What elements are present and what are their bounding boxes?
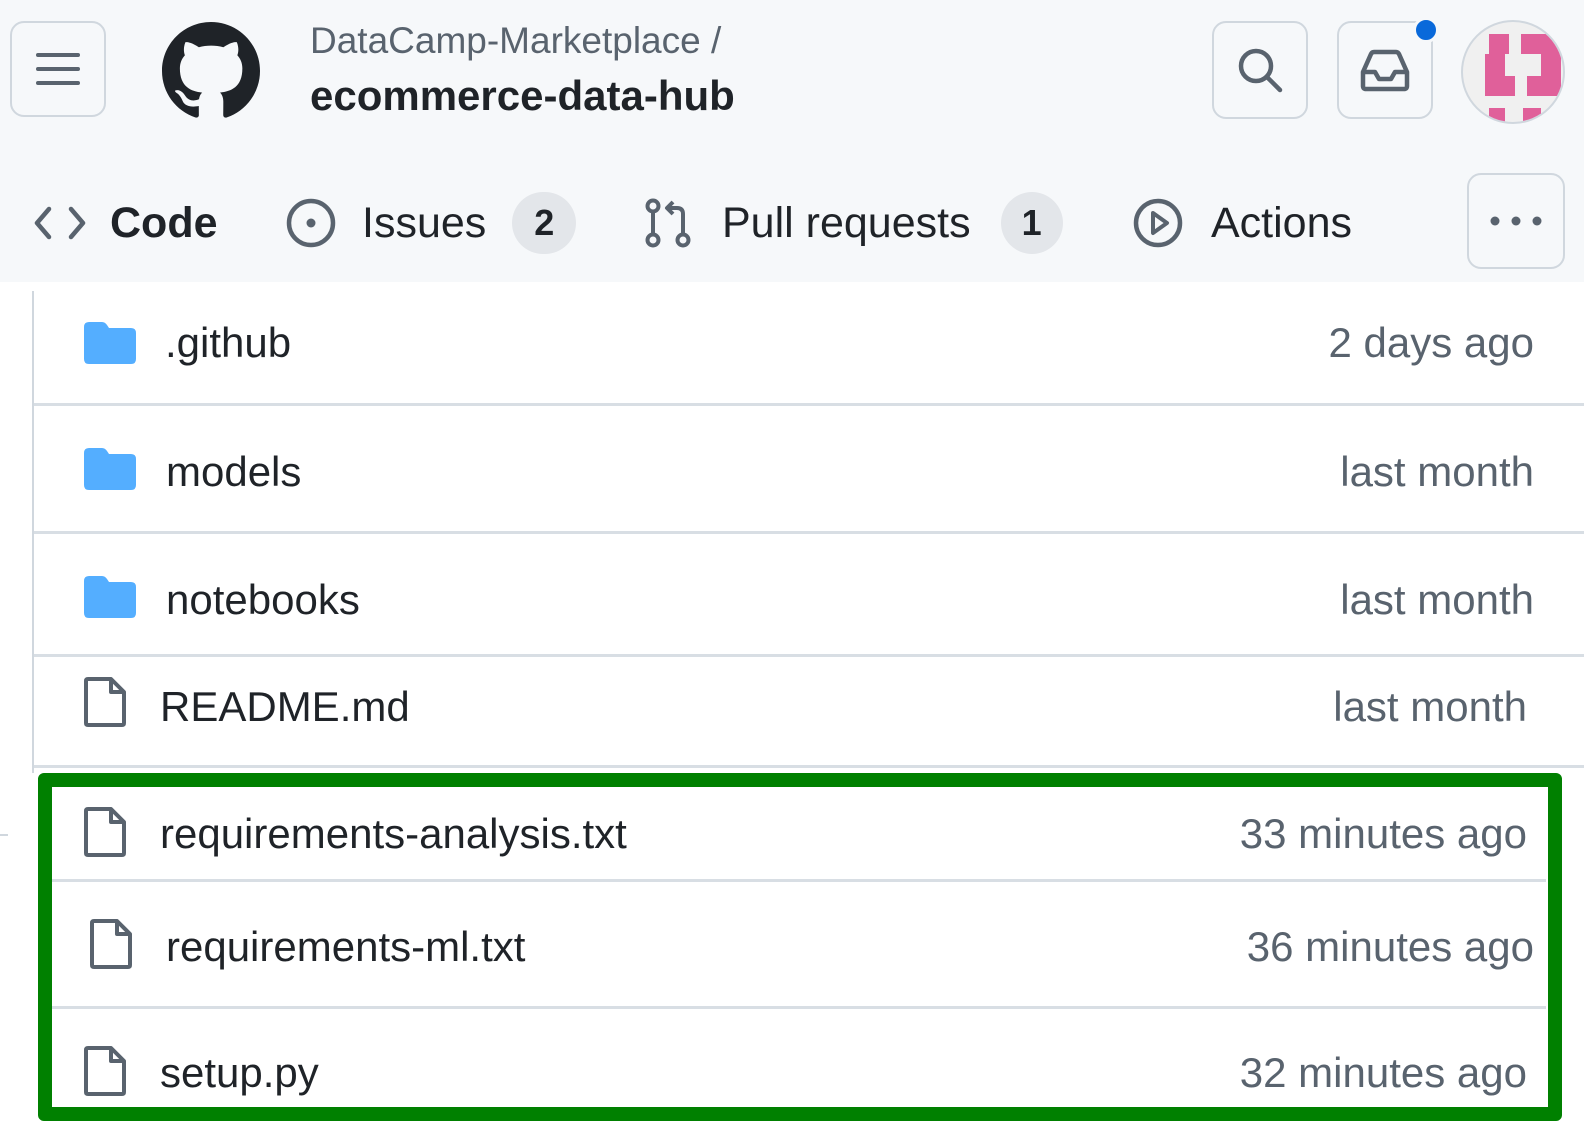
file-icon	[90, 919, 132, 969]
github-logo-icon[interactable]	[162, 22, 260, 120]
file-row-github[interactable]: .github 2 days ago	[34, 291, 1584, 403]
file-name-link[interactable]: .github	[165, 319, 291, 367]
file-name-link[interactable]: setup.py	[160, 1049, 319, 1097]
file-updated-time[interactable]: 32 minutes ago	[1240, 1049, 1527, 1097]
kebab-horizontal-icon	[1490, 216, 1542, 226]
file-icon	[84, 677, 126, 727]
repo-name-link[interactable]: ecommerce-data-hub	[310, 72, 735, 120]
file-row-setup[interactable]: setup.py 32 minutes ago	[34, 1009, 1584, 1109]
tab-issues[interactable]: Issues 2	[284, 190, 577, 256]
hamburger-icon	[36, 53, 80, 85]
owner-link[interactable]: DataCamp-Marketplace	[310, 20, 701, 61]
code-icon	[34, 206, 86, 240]
row-divider	[34, 765, 1584, 768]
breadcrumb: DataCamp-Marketplace /	[310, 20, 721, 62]
file-name-link[interactable]: README.md	[160, 683, 410, 731]
play-icon	[1133, 198, 1183, 248]
file-updated-time[interactable]: last month	[1333, 683, 1527, 731]
file-updated-time[interactable]: 2 days ago	[1329, 319, 1535, 367]
breadcrumb-separator: /	[711, 20, 722, 61]
file-updated-time[interactable]: last month	[1340, 448, 1534, 496]
file-name-link[interactable]: requirements-ml.txt	[166, 923, 525, 971]
file-name-link[interactable]: requirements-analysis.txt	[160, 810, 627, 858]
file-icon	[84, 807, 126, 857]
file-row-requirements-analysis[interactable]: requirements-analysis.txt 33 minutes ago	[34, 786, 1584, 879]
file-updated-time[interactable]: 33 minutes ago	[1240, 810, 1527, 858]
search-button[interactable]	[1212, 21, 1308, 119]
tab-issues-label: Issues	[362, 198, 487, 247]
tab-actions[interactable]: Actions	[1132, 190, 1352, 256]
tab-code[interactable]: Code	[34, 190, 218, 256]
identicon-image	[1485, 34, 1561, 122]
folder-icon	[84, 576, 136, 618]
tick-mark	[0, 834, 8, 836]
pull-requests-count-badge: 1	[1000, 192, 1063, 254]
file-row-models[interactable]: models last month	[34, 406, 1584, 531]
file-icon	[84, 1046, 126, 1096]
folder-icon	[84, 448, 136, 490]
tab-code-label: Code	[110, 198, 218, 247]
file-name-link[interactable]: notebooks	[166, 576, 360, 624]
tab-pull-requests-label: Pull requests	[722, 198, 971, 247]
search-icon	[1238, 48, 1283, 93]
tab-pull-requests[interactable]: Pull requests 1	[644, 190, 1063, 256]
more-tabs-button[interactable]	[1467, 173, 1565, 269]
folder-icon	[84, 322, 136, 364]
file-updated-time[interactable]: 36 minutes ago	[1247, 923, 1534, 971]
menu-button[interactable]	[10, 21, 106, 117]
issue-opened-icon	[286, 198, 336, 248]
file-name-link[interactable]: models	[166, 448, 301, 496]
tab-actions-label: Actions	[1211, 198, 1353, 247]
notification-indicator	[1413, 17, 1439, 43]
inbox-icon	[1360, 49, 1410, 92]
file-row-readme[interactable]: README.md last month	[34, 657, 1584, 765]
file-row-requirements-ml[interactable]: requirements-ml.txt 36 minutes ago	[34, 882, 1584, 1006]
avatar[interactable]	[1461, 20, 1565, 124]
git-pull-request-icon	[645, 198, 691, 248]
issues-count-badge: 2	[512, 192, 577, 254]
file-row-notebooks[interactable]: notebooks last month	[34, 534, 1584, 654]
file-updated-time[interactable]: last month	[1340, 576, 1534, 624]
